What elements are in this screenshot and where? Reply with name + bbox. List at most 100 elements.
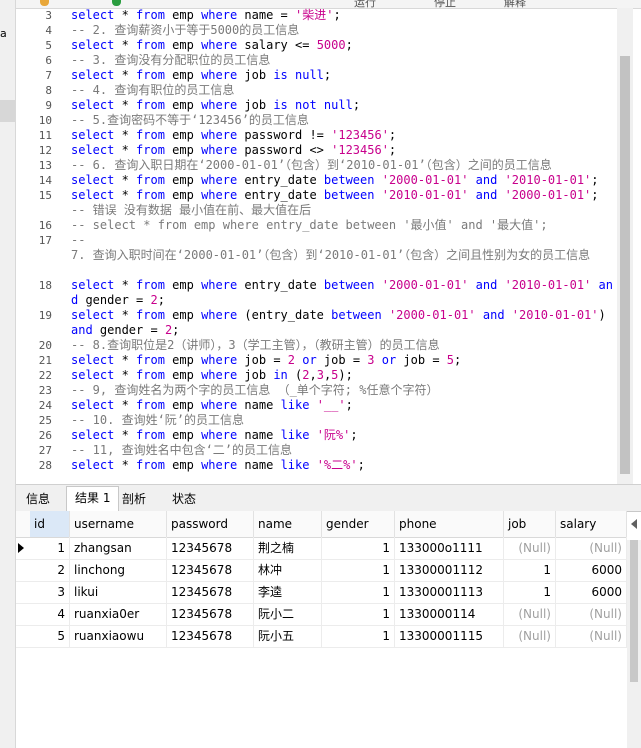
cell-job[interactable]: 1	[504, 581, 556, 603]
column-header-id[interactable]: id	[30, 511, 70, 537]
editor-line[interactable]: 11 select * from emp where password != '1…	[16, 128, 617, 143]
table-row[interactable]: 5 ruanxiaowu 12345678 阮小五 1 13300001115 (Null)…	[16, 625, 627, 648]
cell-name[interactable]: 荆之楠	[254, 537, 322, 559]
editor-line[interactable]: -- 错误 没有数据 最小值在前、最大值在后	[16, 203, 617, 218]
cell-username[interactable]: linchong	[70, 559, 167, 581]
cell-phone[interactable]: 13300001115	[395, 625, 504, 647]
cell-password[interactable]: 12345678	[167, 581, 254, 603]
cell-password[interactable]: 12345678	[167, 603, 254, 625]
cell-phone[interactable]: 13300001113	[395, 581, 504, 603]
cell-id[interactable]: 5	[30, 625, 70, 647]
editor-line[interactable]: 14 select * from emp where entry_date bet…	[16, 173, 617, 188]
editor-line[interactable]: 5 select * from emp where salary <= 5000;	[16, 38, 617, 53]
editor-line[interactable]: 10 -- 5.查询密码不等于‘123456’的员工信息	[16, 113, 617, 128]
left-pane-selected-item[interactable]	[0, 100, 15, 122]
cell-id[interactable]: 3	[30, 581, 70, 603]
cell-name[interactable]: 阮小五	[254, 625, 322, 647]
editor-line[interactable]: 7. 查询入职时间在‘2000-01-01’（包含）到‘2010-01-01’（…	[16, 248, 617, 278]
table-row[interactable]: 3 likui 12345678 李逵 1 13300001113 1 6000	[16, 581, 627, 604]
table-icon	[40, 0, 49, 6]
code-token: 2	[150, 293, 158, 307]
cell-id[interactable]: 1	[30, 537, 70, 559]
editor-line[interactable]: 25 -- 10. 查询姓‘阮’的员工信息	[16, 413, 617, 428]
table-row[interactable]: 2 linchong 12345678 林冲 1 13300001112 1 6000	[16, 559, 627, 582]
editor-line[interactable]: 21 select * from emp where job = 2 or job…	[16, 353, 617, 368]
cell-id[interactable]: 4	[30, 603, 70, 625]
cell-password[interactable]: 12345678	[167, 537, 254, 559]
cell-gender[interactable]: 1	[322, 559, 395, 581]
editor-line[interactable]: 7 select * from emp where job is null;	[16, 68, 617, 83]
editor-line[interactable]: 24 select * from emp where name like '__'…	[16, 398, 617, 413]
cell-job[interactable]: 1	[504, 559, 556, 581]
cell-username[interactable]: ruanxia0er	[70, 603, 167, 625]
cell-salary[interactable]: 6000	[556, 559, 627, 581]
editor-line[interactable]: 18 select * from emp where entry_date bet…	[16, 278, 617, 308]
cell-phone[interactable]: 13300001112	[395, 559, 504, 581]
cell-salary[interactable]: (Null)	[556, 625, 627, 647]
column-header-phone[interactable]: phone	[395, 511, 504, 537]
cell-gender[interactable]: 1	[322, 537, 395, 559]
cell-job[interactable]: (Null)	[504, 537, 556, 559]
editor-line[interactable]: 20 -- 8.查询职位是2（讲师），3（学工主管），（教研主管）的员工信息	[16, 338, 617, 353]
tab-1[interactable]: 结果 1	[66, 486, 120, 512]
cell-job[interactable]: (Null)	[504, 603, 556, 625]
column-header-password[interactable]: password	[167, 511, 254, 537]
grid-scrollbar[interactable]	[627, 540, 641, 748]
cell-password[interactable]: 12345678	[167, 625, 254, 647]
column-header-job[interactable]: job	[504, 511, 556, 537]
editor-line[interactable]: 4 -- 2. 查询薪资小于等于5000的员工信息	[16, 23, 617, 38]
editor-line[interactable]: 22 select * from emp where job in (2,3,5)…	[16, 368, 617, 383]
cell-name[interactable]: 阮小二	[254, 603, 322, 625]
cell-salary[interactable]: (Null)	[556, 537, 627, 559]
table-row[interactable]: 4 ruanxia0er 12345678 阮小二 1 1330000114 (Null)(…	[16, 603, 627, 626]
tab-3[interactable]: 状态	[164, 488, 204, 510]
cell-gender[interactable]: 1	[322, 625, 395, 647]
cell-username[interactable]: ruanxiaowu	[70, 625, 167, 647]
result-tabs: 信息 结果 1 剖析 状态	[16, 484, 641, 512]
sql-editor[interactable]: 3 select * from emp where name = '柴进'; 4 --…	[16, 8, 617, 484]
cell-name[interactable]: 李逵	[254, 581, 322, 603]
editor-line[interactable]: 23 -- 9, 查询姓名为两个字的员工信息 （_单个字符; %任意个字符）	[16, 383, 617, 398]
editor-line[interactable]: 9 select * from emp where job is not null…	[16, 98, 617, 113]
editor-line[interactable]: 12 select * from emp where password <> '1…	[16, 143, 617, 158]
grid-scroll-left-button[interactable]	[627, 511, 641, 537]
tab-2[interactable]: 剖析	[114, 488, 154, 510]
editor-line[interactable]: 19 select * from emp where (entry_date be…	[16, 308, 617, 338]
editor-line[interactable]: 13 -- 6. 查询入职日期在‘2000-01-01’（包含）到‘2010-01…	[16, 158, 617, 173]
editor-scrollbar[interactable]	[617, 8, 633, 484]
tab-0[interactable]: 信息	[18, 488, 58, 510]
editor-line[interactable]: 17 --	[16, 233, 617, 248]
editor-line[interactable]: 8 -- 4. 查询有职位的员工信息	[16, 83, 617, 98]
grid-scrollbar-thumb[interactable]	[630, 540, 638, 682]
cell-gender[interactable]: 1	[322, 581, 395, 603]
cell-gender[interactable]: 1	[322, 603, 395, 625]
editor-line[interactable]: 27 -- 11, 查询姓名中包含‘二’的员工信息	[16, 443, 617, 458]
cell-id[interactable]: 2	[30, 559, 70, 581]
editor-line[interactable]: 26 select * from emp where name like '阮%'…	[16, 428, 617, 443]
editor-line[interactable]: 3 select * from emp where name = '柴进';	[16, 8, 617, 23]
column-header-name[interactable]: name	[254, 511, 322, 537]
cell-phone[interactable]: 133000o1111	[395, 537, 504, 559]
editor-line[interactable]: 28 select * from emp where name like '%二%…	[16, 458, 617, 473]
cell-phone[interactable]: 1330000114	[395, 603, 504, 625]
editor-line[interactable]: 15 select * from emp where entry_date bet…	[16, 188, 617, 203]
result-grid[interactable]: id username password name gender phone job sala…	[16, 511, 627, 748]
column-header-username[interactable]: username	[70, 511, 167, 537]
editor-line[interactable]: 16 -- select * from emp where entry_date …	[16, 218, 617, 233]
cell-username[interactable]: likui	[70, 581, 167, 603]
column-header-gender[interactable]: gender	[322, 511, 395, 537]
code-token: emp	[164, 38, 202, 52]
cell-name[interactable]: 林冲	[254, 559, 322, 581]
cell-salary[interactable]: 6000	[556, 581, 627, 603]
code-token: is null	[273, 68, 324, 82]
editor-scrollbar-thumb[interactable]	[620, 56, 630, 474]
cell-password[interactable]: 12345678	[167, 559, 254, 581]
table-row[interactable]: 1 zhangsan 12345678 荆之楠 1 133000o1111 (Null) (N…	[16, 537, 627, 560]
cell-username[interactable]: zhangsan	[70, 537, 167, 559]
code-token: select	[71, 398, 115, 412]
cell-salary[interactable]: (Null)	[556, 603, 627, 625]
code-token: select	[71, 458, 115, 472]
column-header-salary[interactable]: salary	[556, 511, 627, 537]
editor-line[interactable]: 6 -- 3. 查询没有分配职位的员工信息	[16, 53, 617, 68]
cell-job[interactable]: (Null)	[504, 625, 556, 647]
